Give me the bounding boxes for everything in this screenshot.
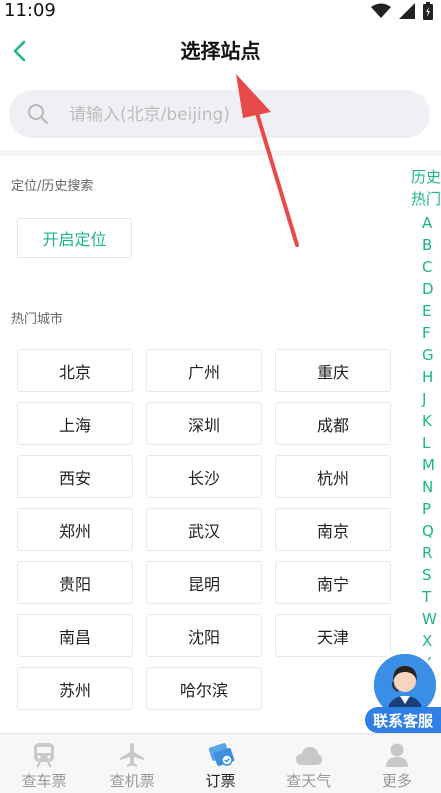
- cloud-icon: [295, 742, 323, 768]
- tab-flights[interactable]: 查机票: [88, 734, 176, 793]
- index-item[interactable]: B: [422, 236, 432, 254]
- city-button[interactable]: 哈尔滨: [146, 667, 262, 710]
- enable-location-button[interactable]: 开启定位: [17, 218, 132, 258]
- index-item[interactable]: G: [422, 346, 434, 364]
- city-button[interactable]: 北京: [17, 349, 133, 392]
- index-item[interactable]: Q: [422, 522, 434, 540]
- page-title: 选择站点: [180, 39, 261, 63]
- search-bar[interactable]: [9, 90, 430, 140]
- tab-booking[interactable]: 订票: [176, 734, 264, 793]
- index-item[interactable]: H: [422, 368, 433, 386]
- city-button[interactable]: 郑州: [17, 508, 133, 551]
- tab-weather[interactable]: 查天气: [265, 734, 353, 793]
- person-icon: [383, 742, 411, 768]
- customer-service-button[interactable]: 联系客服: [363, 651, 441, 733]
- city-button[interactable]: 南宁: [275, 561, 391, 604]
- tab-label: 更多: [381, 772, 412, 790]
- city-button[interactable]: 广州: [146, 349, 262, 392]
- status-time: 11:09: [4, 0, 56, 21]
- city-button[interactable]: 武汉: [146, 508, 262, 551]
- city-button[interactable]: 西安: [17, 455, 133, 498]
- train-icon: [30, 742, 58, 768]
- index-item[interactable]: D: [422, 280, 434, 298]
- index-item-hot[interactable]: 热门: [411, 190, 441, 208]
- tab-label: 订票: [205, 772, 236, 790]
- index-item[interactable]: S: [422, 566, 432, 584]
- hot-cities-label: 热门城市: [11, 312, 64, 327]
- nav-header: 选择站点: [0, 24, 441, 80]
- bottom-tab-bar: 查车票 查机票 订票 查天气 更多: [0, 733, 441, 793]
- city-button[interactable]: 长沙: [146, 455, 262, 498]
- tab-label: 查机票: [109, 772, 155, 790]
- city-button[interactable]: 南昌: [17, 614, 133, 657]
- index-item[interactable]: W: [422, 610, 437, 628]
- city-button[interactable]: 昆明: [146, 561, 262, 604]
- tab-label: 查车票: [21, 772, 67, 790]
- ticket-icon: [207, 742, 235, 768]
- index-item[interactable]: J: [422, 390, 426, 408]
- index-item[interactable]: F: [422, 324, 431, 342]
- city-button[interactable]: 深圳: [146, 402, 262, 445]
- customer-service-label: 联系客服: [365, 707, 441, 733]
- index-item[interactable]: P: [422, 500, 431, 518]
- signal-icon: [399, 3, 415, 19]
- index-item[interactable]: K: [422, 412, 432, 430]
- tab-more[interactable]: 更多: [353, 734, 441, 793]
- wifi-icon: [371, 3, 391, 18]
- city-button[interactable]: 杭州: [275, 455, 391, 498]
- city-button[interactable]: 上海: [17, 402, 133, 445]
- tab-train-tickets[interactable]: 查车票: [0, 734, 88, 793]
- index-item[interactable]: L: [422, 434, 430, 452]
- tab-label: 查天气: [286, 772, 332, 790]
- city-button[interactable]: 重庆: [275, 349, 391, 392]
- index-item[interactable]: X: [422, 632, 432, 650]
- status-icons: [371, 2, 433, 20]
- search-icon: [28, 104, 49, 125]
- index-item-history[interactable]: 历史: [411, 168, 441, 186]
- search-input[interactable]: [67, 90, 411, 140]
- city-button[interactable]: 南京: [275, 508, 391, 551]
- plane-icon: [118, 742, 146, 768]
- index-item[interactable]: N: [422, 478, 433, 496]
- index-item[interactable]: A: [422, 214, 432, 232]
- index-item[interactable]: E: [422, 302, 431, 320]
- city-button[interactable]: 苏州: [17, 667, 133, 710]
- location-section-label: 定位/历史搜索: [11, 179, 94, 194]
- index-item[interactable]: R: [422, 544, 432, 562]
- index-item[interactable]: M: [422, 456, 435, 474]
- battery-icon: [423, 2, 433, 20]
- city-button[interactable]: 成都: [275, 402, 391, 445]
- city-button[interactable]: 贵阳: [17, 561, 133, 604]
- index-item[interactable]: T: [422, 588, 431, 606]
- status-bar: 11:09: [0, 0, 441, 24]
- index-item[interactable]: C: [422, 258, 432, 276]
- section-divider: [0, 150, 441, 156]
- city-button[interactable]: 沈阳: [146, 614, 262, 657]
